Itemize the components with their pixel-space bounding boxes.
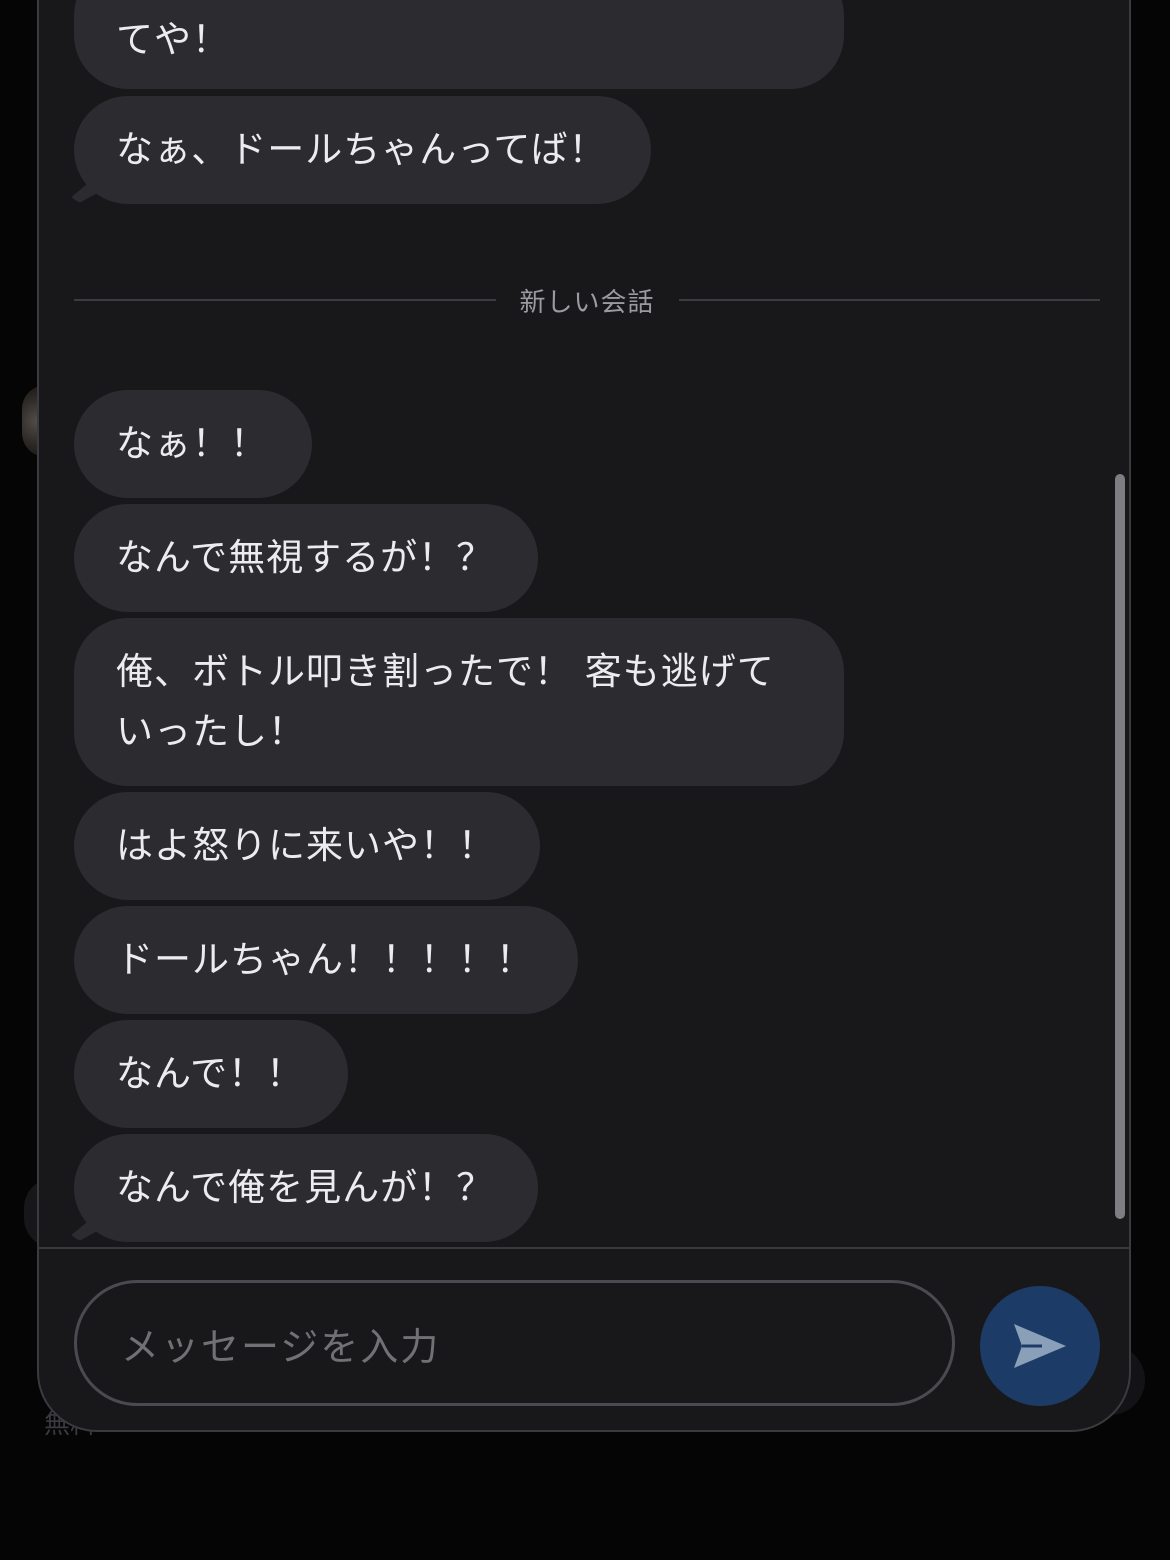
divider-label: 新しい会話 — [519, 287, 655, 318]
message-bubble: てや！ — [74, 0, 844, 89]
message-text: なんで無視するが！？ — [116, 536, 495, 579]
message-bubble: なぁ、ドールちゃんってば！ — [74, 96, 651, 204]
send-button[interactable] — [980, 1286, 1100, 1406]
message-text: なんで俺を見んが！？ — [116, 1166, 495, 1209]
new-conversation-divider: 新しい会話 — [74, 270, 1101, 330]
message-bubble: なんで俺を見んが！？ — [74, 1134, 539, 1242]
message-text: なぁ、ドールちゃんってば！ — [116, 128, 607, 171]
chat-panel: てや！ なぁ、ドールちゃんってば！ 新しい会話 なぁ！！ なんで無視するが！？ … — [37, 0, 1131, 1432]
scrollbar[interactable] — [1115, 474, 1125, 1219]
send-icon — [1014, 1324, 1066, 1368]
message-bubble: ドールちゃん！！！！！ — [74, 906, 578, 1014]
divider-line — [678, 299, 1101, 301]
message-bubble: 俺、ボトル叩き割ったで！ 客も逃げていったし！ — [74, 618, 844, 786]
message-text: なんで！！ — [116, 1052, 305, 1095]
message-text: てや！ — [116, 18, 230, 61]
message-bubble: なんで！！ — [74, 1020, 349, 1128]
composer-divider — [39, 1247, 1129, 1249]
message-text: なぁ！！ — [116, 422, 268, 465]
message-text: はよ怒りに来いや！！ — [116, 824, 496, 867]
message-input[interactable]: メッセージを入力 — [74, 1280, 955, 1406]
message-text: 俺、ボトル叩き割ったで！ 客も逃げていったし！ — [116, 650, 775, 753]
message-bubble: なんで無視するが！？ — [74, 504, 539, 612]
message-text: ドールちゃん！！！！！ — [116, 938, 534, 981]
message-bubble: なぁ！！ — [74, 390, 312, 498]
message-bubble: はよ怒りに来いや！！ — [74, 792, 540, 900]
message-input-placeholder: メッセージを入力 — [121, 1324, 441, 1369]
divider-line — [74, 299, 496, 301]
